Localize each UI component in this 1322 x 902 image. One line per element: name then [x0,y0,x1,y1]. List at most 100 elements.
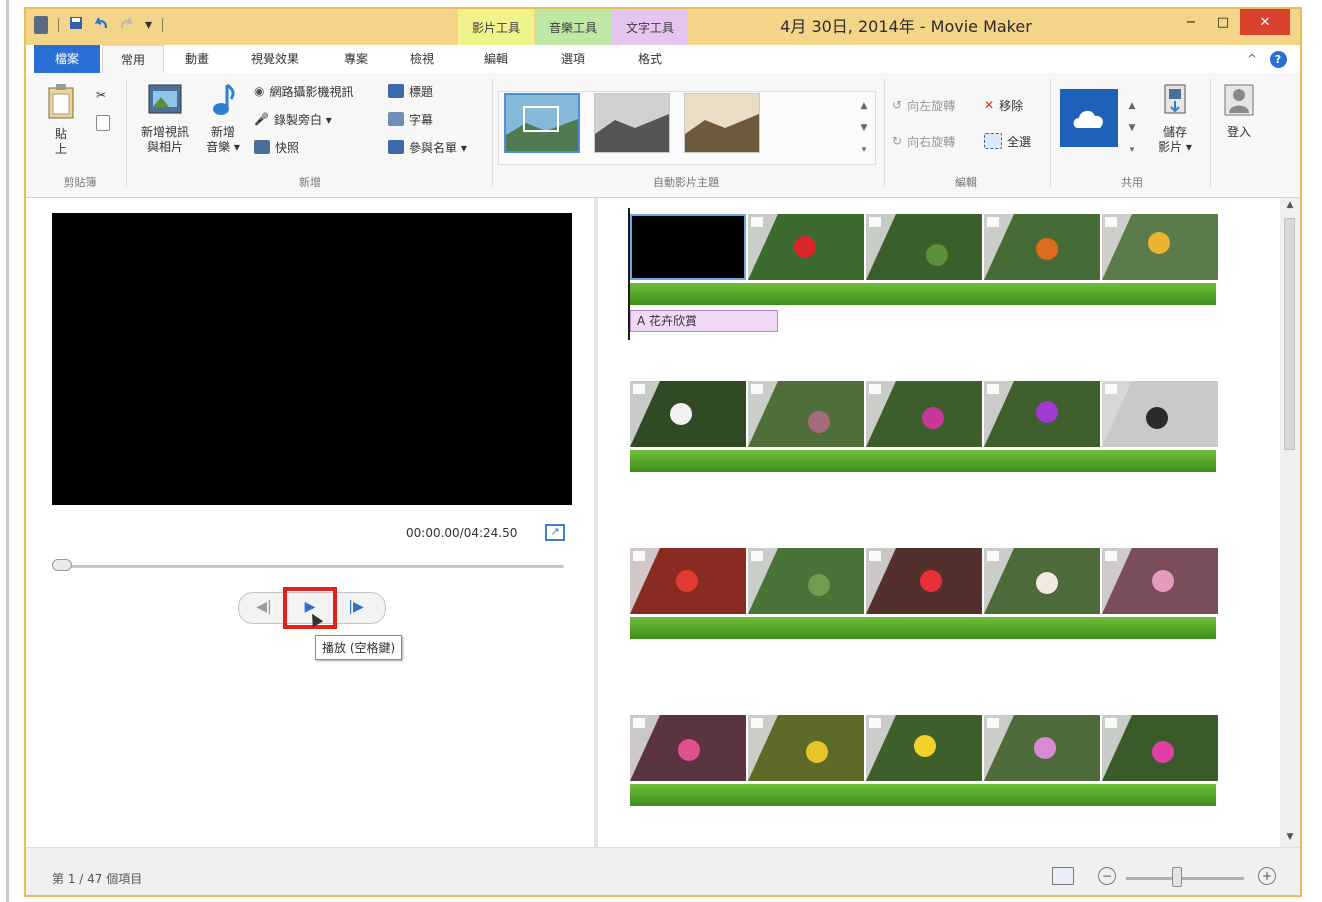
playhead[interactable] [628,208,630,340]
signin-button[interactable]: 登入 [1216,83,1262,140]
save-movie-icon [1150,83,1200,121]
share-down-icon[interactable]: ▼ [1124,117,1140,139]
zoom-track[interactable] [1126,877,1244,880]
tab-file[interactable]: 檔案 [34,45,100,73]
clip-item[interactable] [866,214,982,280]
cut-button[interactable]: ✂ [96,85,106,105]
help-button[interactable]: ? [1266,45,1290,73]
audio-track[interactable] [630,617,1216,639]
tab-edit[interactable]: 編輯 [458,45,534,73]
save-movie-button[interactable]: 儲存 影片 ▾ [1150,83,1200,155]
play-tooltip: 播放 (空格鍵) [315,635,403,660]
webcam-icon: ◉ [254,84,265,98]
tab-visual-effects[interactable]: 視覺效果 [230,45,320,73]
add-videos-photos-button[interactable]: 新增視訊 與相片 [132,83,198,155]
clip-item[interactable] [1102,548,1218,614]
audio-track[interactable] [630,283,1216,305]
tab-options[interactable]: 選項 [535,45,611,73]
clip-item[interactable] [748,214,864,280]
theme-sepia[interactable] [684,93,760,153]
tab-home[interactable]: 常用 [102,45,164,73]
clip-item[interactable] [630,715,746,781]
tab-project[interactable]: 專案 [326,45,386,73]
clip-item[interactable] [1102,715,1218,781]
clip-item[interactable] [866,548,982,614]
clip-item[interactable] [1102,381,1218,447]
theme-black-white[interactable] [594,93,670,153]
snapshot-button[interactable]: 快照 [254,137,299,157]
tab-view[interactable]: 檢視 [392,45,452,73]
clip-item[interactable] [748,381,864,447]
rotate-left-button[interactable]: ↺ 向左旋轉 [892,95,955,115]
record-narration-button[interactable]: 🎤 錄製旁白 ▾ [254,109,332,129]
clip-item[interactable] [748,715,864,781]
storyboard-view-icon[interactable] [1052,867,1074,885]
select-all-button[interactable]: 全選 [984,131,1031,151]
gallery-expand-icon[interactable]: ▾ [856,139,872,161]
onedrive-share-button[interactable] [1060,89,1122,147]
clip-title[interactable] [630,214,746,280]
scroll-down-arrow-icon[interactable]: ▼ [1280,832,1300,842]
app-icon[interactable] [34,16,48,34]
tab-animations[interactable]: 動畫 [168,45,226,73]
next-frame-button[interactable]: |▶ [336,594,376,620]
rotate-right-button[interactable]: ↻ 向右旋轉 [892,131,955,151]
clip-item[interactable] [630,548,746,614]
seek-thumb[interactable] [52,559,72,571]
scroll-up-arrow-icon[interactable]: ▲ [1280,200,1300,210]
share-group-label: 共用 [1121,176,1143,189]
storyboard-scrollbar[interactable]: ▲ ▼ [1280,198,1300,847]
webcam-video-button[interactable]: ◉ 網路攝影機視訊 [254,81,354,101]
scroll-down-icon[interactable]: ▼ [856,117,872,139]
caption-clip[interactable]: A 花卉欣賞 [630,310,778,332]
clip-item[interactable] [748,548,864,614]
title-button[interactable]: 標題 [388,81,433,101]
seek-track[interactable] [62,565,564,568]
rotate-left-icon: ↺ [892,98,903,112]
video-preview[interactable] [52,213,572,505]
copy-icon [96,115,110,131]
audio-track[interactable] [630,450,1216,472]
tab-format[interactable]: 格式 [612,45,688,73]
paste-button[interactable]: 貼 上 [42,83,80,157]
qat-dropdown[interactable]: ▾ [145,17,152,33]
minimize-button[interactable]: − [1176,9,1206,35]
credits-button[interactable]: 參與名單 ▾ [388,137,467,157]
desktop-edge [6,0,9,902]
caption-button[interactable]: 字幕 [388,109,433,129]
share-up-icon[interactable]: ▲ [1124,95,1140,117]
tool-tab-video[interactable]: 影片工具 [458,9,534,45]
scroll-thumb[interactable] [1284,218,1295,450]
ribbon-collapse-button[interactable]: ^ [1242,45,1262,73]
add-music-button[interactable]: 新增 音樂 ▾ [200,83,246,155]
audio-track[interactable] [630,784,1216,806]
fullscreen-icon[interactable]: ↗ [545,524,565,541]
clip-item[interactable] [984,381,1100,447]
zoom-out-button[interactable]: − [1098,867,1116,885]
themes-scroll[interactable]: ▲ ▼ ▾ [856,95,872,161]
clip-item[interactable] [866,381,982,447]
clip-item[interactable] [1102,214,1218,280]
undo-icon[interactable] [93,16,109,34]
theme-contemporary[interactable] [504,93,580,153]
zoom-in-button[interactable]: + [1258,867,1276,885]
previous-frame-button[interactable]: ◀| [244,594,284,620]
remove-button[interactable]: ✕ 移除 [984,95,1023,115]
copy-button[interactable] [96,113,110,133]
caption-icon [388,112,404,126]
maximize-button[interactable]: □ [1208,9,1238,35]
clip-item[interactable] [984,214,1100,280]
clip-item[interactable] [984,715,1100,781]
share-expand-icon[interactable]: ▾ [1124,139,1140,161]
zoom-thumb[interactable] [1172,867,1182,887]
close-button[interactable]: ✕ [1240,9,1290,35]
clip-item[interactable] [984,548,1100,614]
redo-icon[interactable] [119,16,135,34]
tool-tab-music[interactable]: 音樂工具 [535,9,611,45]
scissors-icon: ✂ [96,88,107,102]
clip-item[interactable] [866,715,982,781]
clip-item[interactable] [630,381,746,447]
scroll-up-icon[interactable]: ▲ [856,95,872,117]
share-scroll[interactable]: ▲ ▼ ▾ [1124,95,1140,161]
save-icon[interactable] [69,16,83,34]
